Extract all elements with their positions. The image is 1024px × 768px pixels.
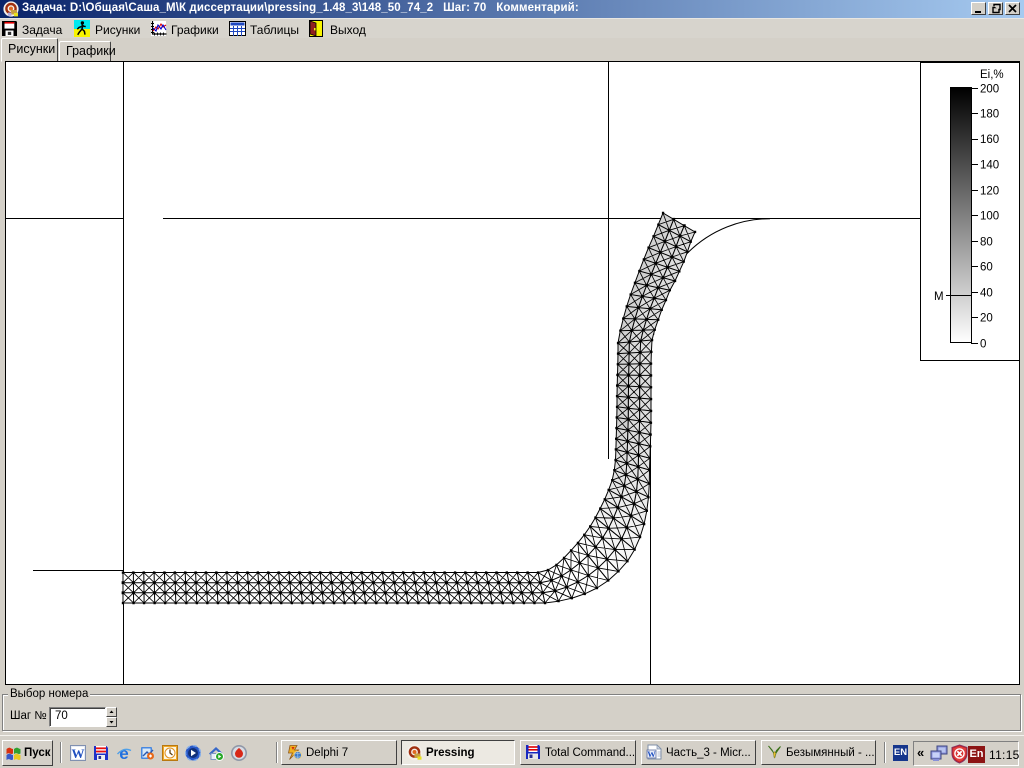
svg-text:W: W <box>72 746 85 761</box>
svg-text:W: W <box>647 749 656 759</box>
svg-text:160: 160 <box>980 134 999 146</box>
svg-text:e: e <box>119 745 128 761</box>
svg-text:140: 140 <box>980 160 999 172</box>
svg-text:40: 40 <box>980 288 993 300</box>
svg-text:120: 120 <box>980 186 999 198</box>
svg-text:M: M <box>934 291 944 303</box>
svg-text:200: 200 <box>980 84 999 96</box>
svg-text:0: 0 <box>980 339 986 351</box>
svg-text:60: 60 <box>980 262 993 274</box>
svg-text:80: 80 <box>980 237 993 249</box>
svg-text:20: 20 <box>980 313 993 325</box>
svg-text:180: 180 <box>980 109 999 121</box>
svg-text:100: 100 <box>980 211 999 223</box>
svg-text:Ei,%: Ei,% <box>980 69 1004 81</box>
